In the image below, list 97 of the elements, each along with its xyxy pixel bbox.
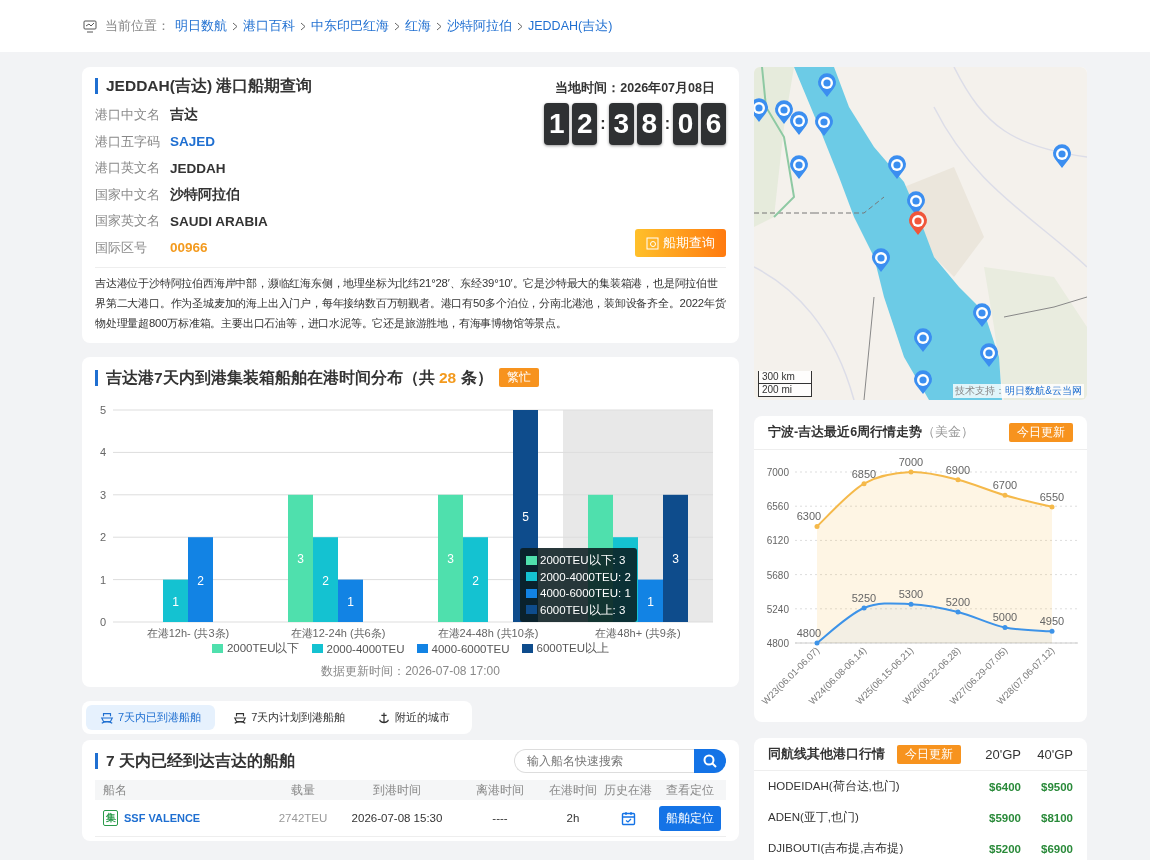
update-badge: 今日更新: [1009, 423, 1073, 442]
chart-title: 吉达港7天内到港集装箱船舶在港时间分布（共 28 条）: [95, 369, 493, 386]
y-tick: 7000: [766, 467, 789, 478]
y-tick: 0: [99, 616, 106, 628]
tooltip-line: 4000-6000TEU: 1: [540, 586, 631, 601]
column-header: 20'GP: [984, 746, 1021, 762]
point-label: 4950: [1039, 615, 1065, 628]
update-time: 数据更新时间：2026-07-08 17:00: [320, 663, 501, 680]
price-cell-text: $9500: [1040, 780, 1073, 793]
column-header: 在港时间: [548, 782, 598, 798]
tooltip-line: 6000TEU以上: 3: [540, 602, 626, 618]
point-label: 5000: [992, 611, 1018, 624]
table-cell-text: 2h: [565, 812, 581, 824]
price-cell-text: $5900: [988, 811, 1021, 824]
y-tick: 5: [99, 404, 106, 416]
column-header: 离港时间: [475, 782, 525, 798]
field-label: 港口英文名: [95, 159, 161, 178]
point-label: 6550: [1039, 491, 1065, 503]
price-cell-text: $6900: [1040, 842, 1073, 855]
clock-digit: 6: [701, 103, 726, 145]
y-tick: 5240: [766, 603, 789, 615]
price-cell-text: $8100: [1040, 811, 1073, 824]
column-header: 查看定位: [665, 782, 715, 798]
column-header: 40'GP: [1036, 746, 1073, 762]
clock-digit: 3: [608, 103, 634, 145]
field-value: JEDDAH: [170, 160, 226, 176]
port-title: JEDDAH(吉达) 港口船期查询: [95, 78, 313, 94]
bar-label: 3: [447, 552, 454, 567]
clock-digit: 2: [572, 103, 598, 145]
field-label: 港口中文名: [95, 106, 161, 125]
price-cell-text: $5200: [988, 842, 1021, 855]
section-title: 7 天内已经到达吉达的船舶: [95, 753, 295, 769]
attribution-label: 技术支持：: [955, 384, 1006, 398]
point-label: 5300: [898, 588, 924, 601]
point-label: 6850: [851, 467, 877, 480]
field-label: 国家中文名: [95, 185, 161, 204]
table-cell-text: 2742TEU: [277, 812, 329, 824]
bar-label: 2: [322, 573, 329, 588]
point-label: 6300: [796, 510, 822, 523]
update-badge: 今日更新: [897, 744, 961, 764]
local-time: 当地时间：2026年07月08日: [555, 80, 715, 97]
field-label: 国家英文名: [95, 212, 161, 231]
bar-label: 1: [172, 594, 179, 609]
clock-digit: 1: [544, 103, 570, 145]
column-header: 船名: [102, 782, 128, 798]
clock-digit: 0: [673, 103, 698, 145]
field-label: 港口五字码: [95, 132, 161, 151]
breadcrumb-label: 当前位置：: [105, 17, 170, 35]
bar-label: 2: [472, 573, 479, 588]
x-tick: 在港12h- (共3条): [146, 627, 230, 639]
trend-title: 宁波-吉达最近6周行情走势（美金）: [768, 424, 975, 441]
y-tick: 5680: [766, 569, 789, 581]
tooltip-line: 2000-4000TEU: 2: [540, 569, 631, 585]
section-title: 同航线其他港口行情: [768, 745, 885, 763]
column-header: 到港时间: [372, 782, 422, 798]
bar-label: 3: [672, 552, 679, 567]
column-header: 载量: [290, 782, 316, 798]
field-value: SAJED: [170, 134, 215, 150]
clock-digit: 8: [636, 103, 662, 145]
bar-label: 1: [347, 594, 354, 609]
y-tick: 3: [99, 488, 106, 501]
bar-label: 5: [522, 510, 529, 524]
price-cell-text: $6400: [988, 780, 1021, 793]
table-cell-text: 2026-07-08 15:30: [350, 812, 444, 824]
field-value: 00966: [170, 240, 208, 256]
point-label: 4800: [796, 627, 822, 639]
clock-separator: :: [600, 115, 606, 133]
column-header: 历史在港: [603, 782, 653, 798]
port-description: 吉达港位于沙特阿拉伯西海岸中部，濒临红海东侧，地理坐标为北纬21°28′、东经39°10′。它是沙特最大的集装箱港，也是阿拉伯世界第二大港口。作为圣城麦加的海上出入门户，每年接纳数百万朝觐者。港口有50多个泊位，分南北港池，装卸设备齐全。2022年货物处理量超800万标准箱。主要出口石油等，进口水泥等。它还是旅游胜地，有海事博物馆等景点。: [95, 267, 726, 333]
x-tick: 在港48h+ (共9条): [595, 627, 681, 639]
bar-label: 2: [197, 573, 204, 588]
tooltip-line: 2000TEU以下: 3: [540, 553, 626, 568]
field-label: 国际区号: [95, 238, 148, 257]
scale-label: 300 km: [759, 371, 811, 384]
y-tick: 2: [99, 531, 106, 544]
point-label: 6900: [945, 463, 971, 476]
point-label: 5200: [945, 595, 971, 608]
y-tick: 6560: [766, 501, 789, 513]
bar-label: 3: [297, 552, 304, 567]
container-badge: 集: [103, 810, 118, 826]
field-value: SAUDI ARABIA: [170, 213, 268, 229]
table-cell-text: ----: [491, 812, 509, 824]
x-tick: 在港24-48h (共10条): [437, 627, 539, 639]
field-value: 沙特阿拉伯: [170, 185, 240, 204]
scale-label: 200 mi: [761, 384, 793, 396]
bar-label: 1: [647, 594, 654, 609]
x-tick: 在港12-24h (共6条): [290, 627, 386, 639]
y-tick: 4800: [766, 638, 789, 649]
y-tick: 4: [99, 446, 106, 459]
field-value: 吉达: [170, 106, 198, 125]
y-tick: 6120: [766, 535, 789, 547]
point-label: 5250: [851, 592, 877, 604]
clock-separator: :: [664, 115, 670, 133]
y-tick: 1: [99, 573, 106, 586]
point-label: 6700: [992, 479, 1018, 492]
status-badge: 繁忙: [498, 368, 539, 387]
point-label: 7000: [898, 456, 924, 468]
